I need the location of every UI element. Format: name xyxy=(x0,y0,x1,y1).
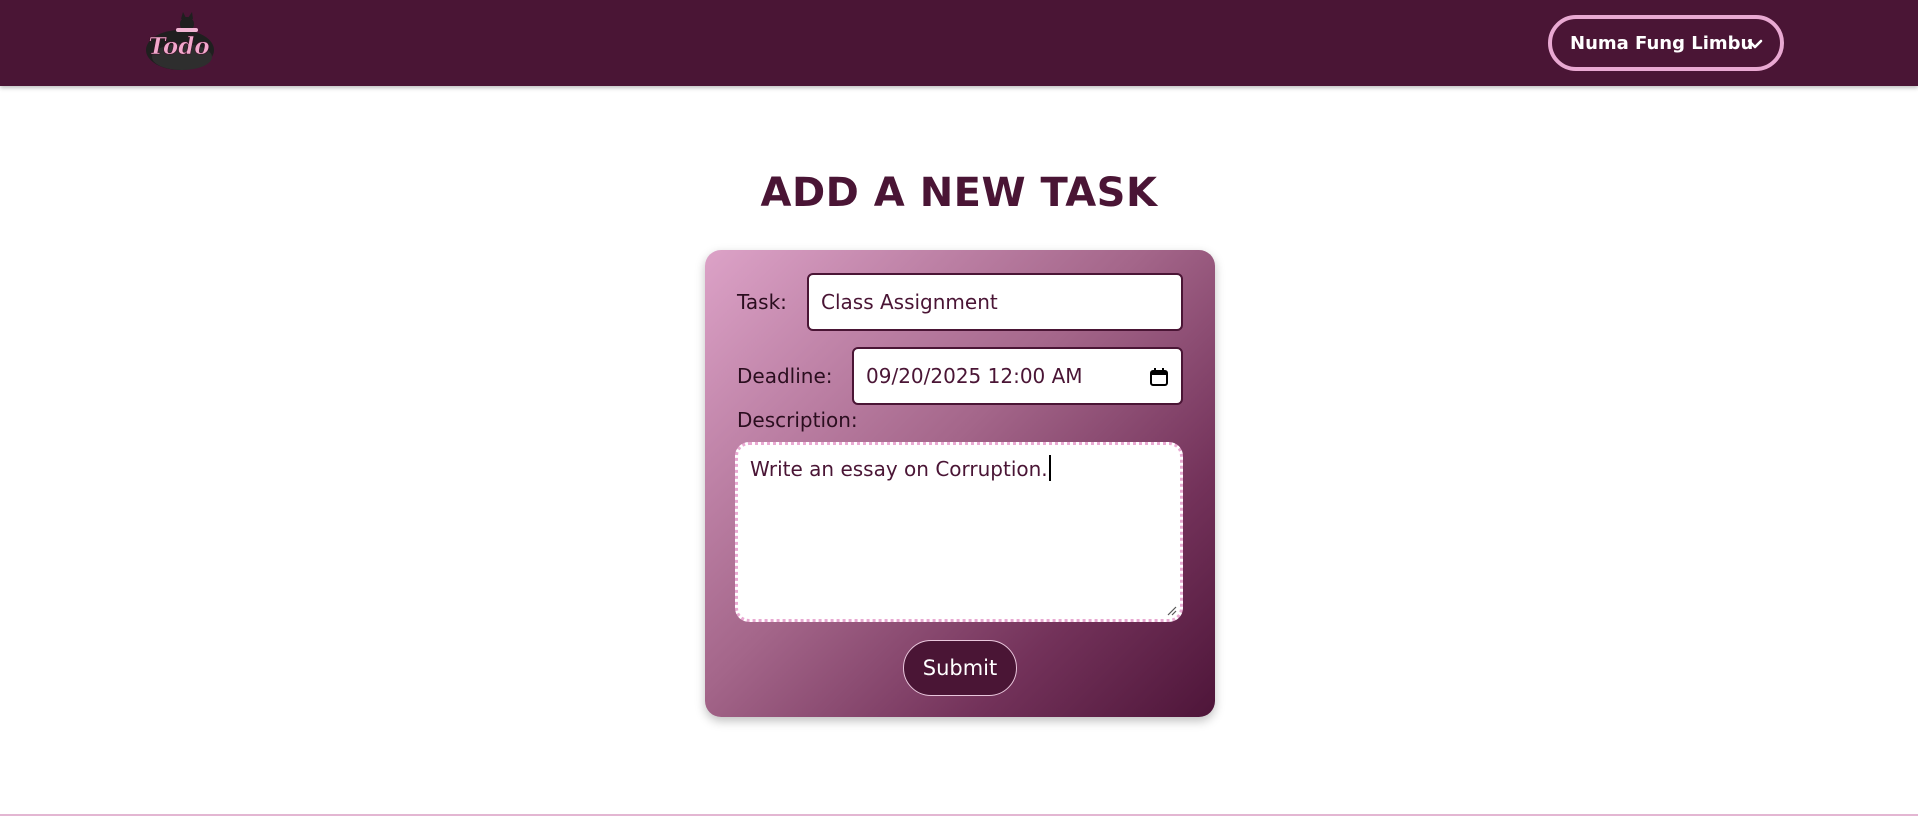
svg-text:Todo: Todo xyxy=(148,33,209,60)
text-caret xyxy=(1048,455,1051,481)
description-label: Description: xyxy=(737,408,858,432)
user-name: Numa Fung Limbu xyxy=(1570,32,1754,54)
deadline-value: 09/20/2025 12:00 AM xyxy=(866,364,1083,388)
calendar-icon[interactable] xyxy=(1149,367,1169,387)
user-menu-button[interactable]: Numa Fung Limbu xyxy=(1548,15,1784,71)
top-navbar: Todo Numa Fung Limbu xyxy=(0,0,1918,86)
description-value: Write an essay on Corruption. xyxy=(750,457,1048,481)
submit-button[interactable]: Submit xyxy=(903,640,1017,696)
resize-handle-icon[interactable] xyxy=(1165,604,1177,616)
page-title: ADD A NEW TASK xyxy=(760,170,1158,216)
add-task-form: Task: Class Assignment Deadline: 09/20/2… xyxy=(705,250,1215,717)
chevron-down-icon xyxy=(1747,39,1763,49)
todo-logo[interactable]: Todo xyxy=(142,10,216,72)
task-label: Task: xyxy=(737,290,787,314)
task-input[interactable]: Class Assignment xyxy=(807,273,1183,331)
description-textarea[interactable]: Write an essay on Corruption. xyxy=(735,442,1183,622)
deadline-input[interactable]: 09/20/2025 12:00 AM xyxy=(852,347,1183,405)
deadline-label: Deadline: xyxy=(737,364,833,388)
